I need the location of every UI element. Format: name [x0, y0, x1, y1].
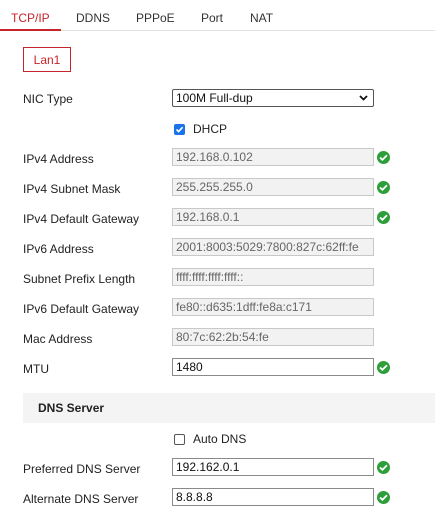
- subtab-lan1[interactable]: Lan1: [23, 47, 71, 72]
- ipv4-address-field[interactable]: 192.168.0.102: [172, 148, 374, 166]
- alternate-dns-field[interactable]: 8.8.8.8: [172, 488, 374, 506]
- mtu-label: MTU: [23, 362, 49, 376]
- check-circle-icon: [377, 211, 390, 224]
- subnet-prefix-length-label: Subnet Prefix Length: [23, 272, 136, 286]
- tab-port[interactable]: Port: [201, 11, 223, 25]
- nic-type-select[interactable]: 100M Full-dup: [172, 89, 374, 107]
- tab-tcpip[interactable]: TCP/IP: [11, 11, 50, 25]
- ipv6-address-label: IPv6 Address: [23, 242, 94, 256]
- tab-ddns[interactable]: DDNS: [76, 11, 110, 25]
- mac-address-label: Mac Address: [23, 332, 93, 346]
- nic-type-label: NIC Type: [23, 92, 73, 106]
- preferred-dns-field[interactable]: 192.162.0.1: [172, 458, 374, 476]
- check-circle-icon: [377, 361, 390, 374]
- preferred-dns-label: Preferred DNS Server: [23, 462, 141, 476]
- ipv4-default-gateway-field[interactable]: 192.168.0.1: [172, 208, 374, 226]
- ipv4-subnet-mask-label: IPv4 Subnet Mask: [23, 182, 121, 196]
- dhcp-checkbox[interactable]: DHCP: [174, 122, 227, 136]
- ipv4-subnet-mask-field[interactable]: 255.255.255.0: [172, 178, 374, 196]
- auto-dns-checkbox[interactable]: Auto DNS: [174, 432, 246, 446]
- checkmark-icon: [175, 126, 184, 133]
- auto-dns-label: Auto DNS: [193, 432, 247, 446]
- ipv4-address-label: IPv4 Address: [23, 152, 94, 166]
- ipv6-default-gateway-label: IPv6 Default Gateway: [23, 302, 140, 316]
- subnet-prefix-length-field[interactable]: ffff:ffff:ffff:ffff::: [172, 268, 374, 286]
- dhcp-checkbox-box[interactable]: [174, 123, 185, 135]
- check-circle-icon: [377, 181, 390, 194]
- auto-dns-checkbox-box[interactable]: [174, 433, 185, 445]
- mtu-field[interactable]: 1480: [172, 358, 374, 376]
- dns-server-section-title: DNS Server: [23, 393, 435, 423]
- active-tab-indicator: [0, 29, 61, 31]
- tab-bar: TCP/IP DDNS PPPoE Port NAT: [0, 0, 435, 31]
- ipv4-default-gateway-label: IPv4 Default Gateway: [23, 212, 140, 226]
- check-circle-icon: [377, 151, 390, 164]
- mac-address-field[interactable]: 80:7c:62:2b:54:fe: [172, 328, 374, 346]
- tab-pppoe[interactable]: PPPoE: [136, 11, 175, 25]
- chevron-down-icon: [359, 95, 368, 101]
- dhcp-label: DHCP: [193, 122, 228, 136]
- ipv6-default-gateway-field[interactable]: fe80::d635:1dff:fe8a:c171: [172, 298, 374, 316]
- tab-nat[interactable]: NAT: [250, 11, 273, 25]
- alternate-dns-label: Alternate DNS Server: [23, 492, 139, 506]
- ipv6-address-field[interactable]: 2001:8003:5029:7800:827c:62ff:fe: [172, 238, 374, 256]
- check-circle-icon: [377, 461, 390, 474]
- nic-type-value: 100M Full-dup: [176, 91, 253, 105]
- check-circle-icon: [377, 491, 390, 504]
